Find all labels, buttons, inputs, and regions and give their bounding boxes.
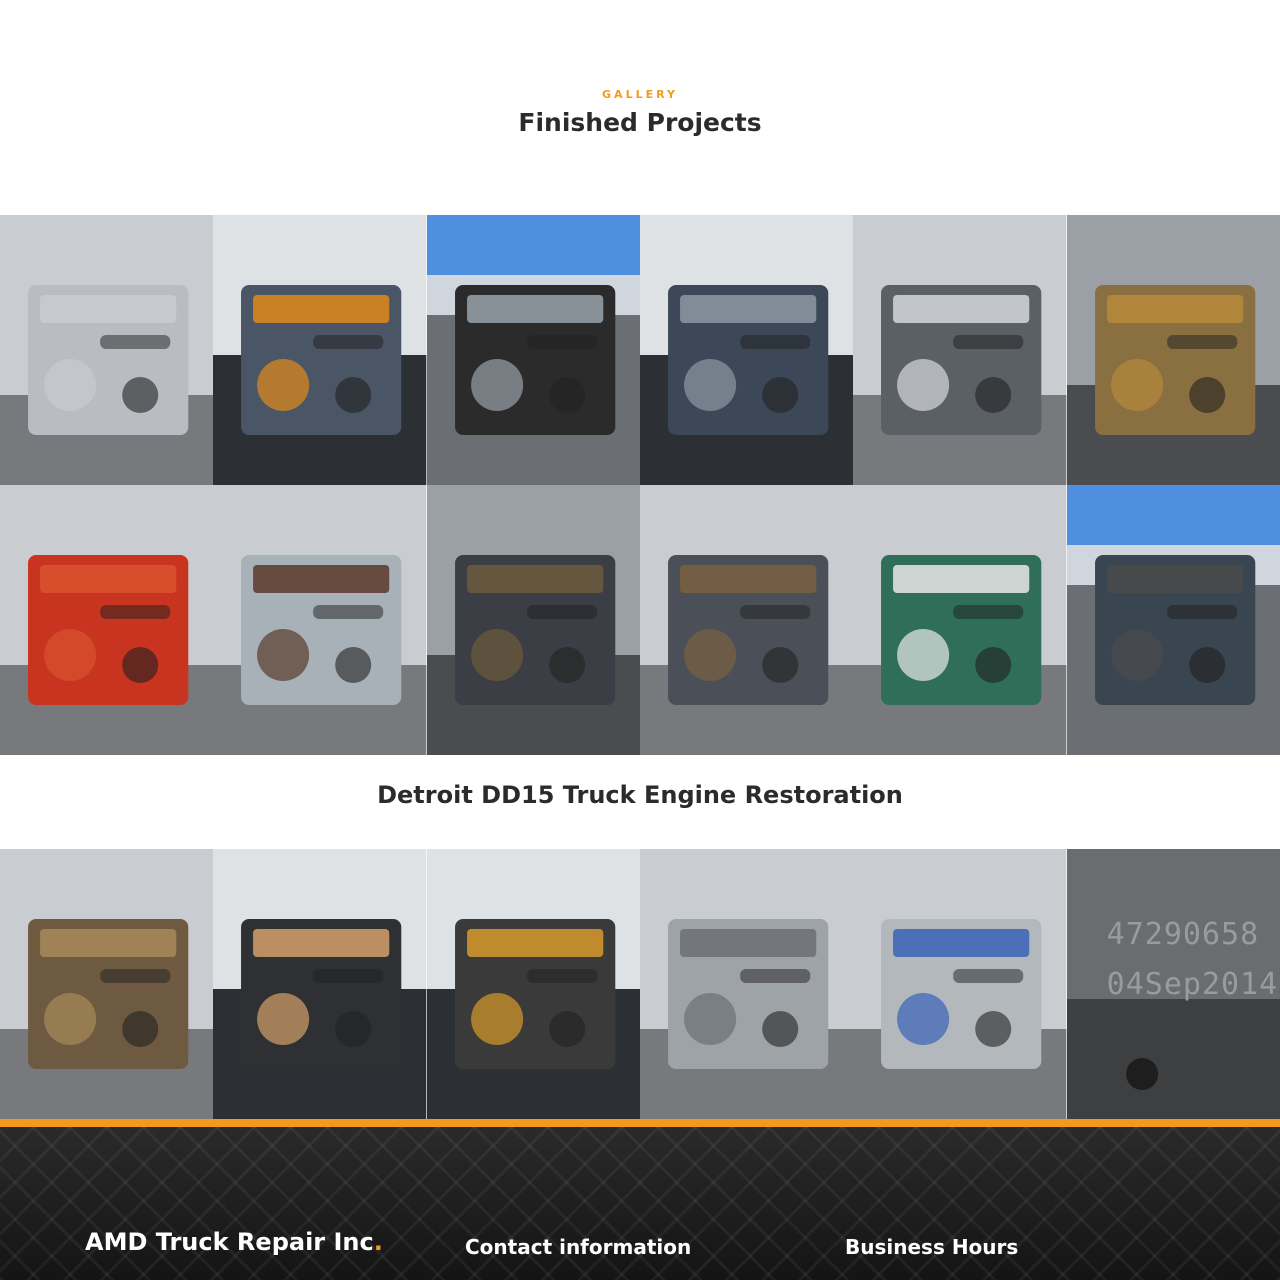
truck-engine-bay-photo[interactable] [213,215,427,485]
engine-serial-stamp-photo[interactable]: 47290658 04Sep2014 17 [1066,849,1280,1119]
finished-projects-grid [0,215,1280,755]
footer-brand[interactable]: AMD Truck Repair Inc. [85,1228,383,1256]
timing-gears-photo[interactable] [0,849,214,1119]
red-engine-block-photo[interactable] [0,485,214,755]
contact-heading: Contact information [465,1235,692,1259]
cylinder-head-photo[interactable] [639,849,854,1119]
engine-intake-photo[interactable] [639,215,854,485]
restoration-title: Detroit DD15 Truck Engine Restoration [377,781,903,809]
serial-stamp-line: 47290658 [1106,917,1260,952]
engine-block-yard-photo[interactable] [1066,215,1280,485]
brand-name: AMD Truck Repair Inc [85,1228,374,1256]
hours-heading: Business Hours [845,1235,1019,1259]
gallery-eyebrow: GALLERY [602,88,678,101]
engine-on-pallet-photo[interactable] [426,485,640,755]
rebuilt-dd15-photo[interactable] [853,849,1067,1119]
forklift-engine-yard-photo[interactable] [1066,485,1280,755]
restoration-grid: 47290658 04Sep2014 17 [0,849,1280,1119]
coolant-filter-photo[interactable] [426,849,640,1119]
site-footer: AMD Truck Repair Inc. Contact informatio… [0,1119,1280,1280]
cab-engine-disassembly-photo[interactable] [853,215,1067,485]
connecting-rods-photo[interactable] [0,215,214,485]
forklift-truck-photo[interactable] [853,485,1067,755]
brand-dot: . [373,1228,383,1256]
serial-stamp-line: 04Sep2014 17 [1106,967,1280,1002]
rebuilt-engine-pallet-photo[interactable] [639,485,854,755]
turbo-piping-photo[interactable] [426,215,640,485]
gallery-title: Finished Projects [518,108,762,137]
engine-hoist-photo[interactable] [213,485,427,755]
engine-bay-rear-photo[interactable] [213,849,427,1119]
